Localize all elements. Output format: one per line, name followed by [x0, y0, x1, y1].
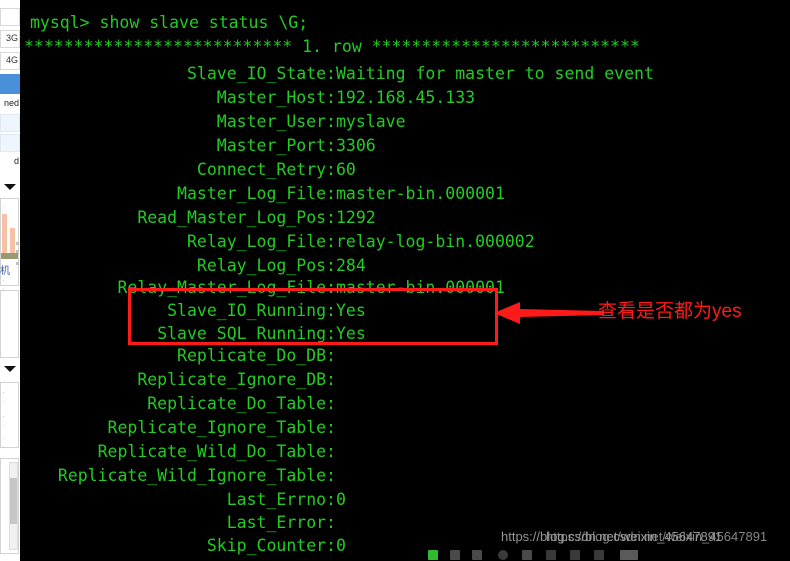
- terminal-field-row: Master_Port:3306: [20, 134, 790, 158]
- terminal-field-row: Replicate_Ignore_DB:: [20, 368, 790, 392]
- bg-mini-bar-1: [2, 214, 7, 258]
- field-label: Skip_Counter:: [206, 536, 336, 555]
- bg-tick-c: [16, 262, 19, 265]
- bg-dots-row-e: · ·: [2, 388, 8, 406]
- bg-dots-row-g: · ·: [2, 434, 8, 452]
- field-value: 60: [336, 160, 356, 179]
- bg-cell-4g: 4G: [0, 52, 20, 70]
- field-label: Replicate_Ignore_DB:: [137, 370, 336, 389]
- field-value: 3306: [336, 136, 376, 155]
- field-label: Last_Error:: [226, 513, 336, 532]
- field-label: Relay_Log_Pos:: [196, 256, 336, 275]
- terminal-field-row: Replicate_Wild_Ignore_Table:: [20, 464, 790, 488]
- terminal-field-row: Read_Master_Log_Pos:1292: [20, 206, 790, 230]
- terminal-field-row: Relay_Log_Pos:284: [20, 254, 790, 278]
- field-label: Master_Host:: [216, 88, 336, 107]
- field-value: 1292: [336, 208, 376, 227]
- field-label: Master_Port:: [216, 136, 336, 155]
- bg-cell-d: d: [13, 156, 19, 166]
- field-label: Relay_Log_File:: [186, 232, 336, 251]
- annotation-note-text: 查看是否都为yes: [598, 301, 742, 322]
- taskbar-icon-7[interactable]: [570, 550, 580, 560]
- terminal-field-row: Connect_Retry:60: [20, 158, 790, 182]
- terminal-field-row: Replicate_Do_DB:: [20, 344, 790, 368]
- terminal-field-row: Replicate_Do_Table:: [20, 392, 790, 416]
- terminal-prompt-line: mysql> show slave status \G;: [30, 13, 309, 32]
- taskbar-icon-1[interactable]: [428, 550, 438, 560]
- field-value: 0: [336, 536, 346, 555]
- field-label: Replicate_Do_Table:: [147, 394, 336, 413]
- field-label: Replicate_Wild_Do_Table:: [97, 442, 336, 461]
- terminal-field-row: Replicate_Wild_Do_Table:: [20, 440, 790, 464]
- field-value: 0: [336, 490, 346, 509]
- arrow-left-icon: [494, 300, 604, 326]
- bg-cell-empty: [0, 8, 20, 26]
- field-value: master-bin.000001: [336, 184, 505, 203]
- taskbar-icon-2[interactable]: [450, 550, 460, 560]
- field-label: Replicate_Do_DB:: [177, 346, 336, 365]
- field-label: Last_Errno:: [226, 490, 336, 509]
- terminal-window[interactable]: mysql> show slave status \G; ***********…: [20, 0, 790, 561]
- taskbar-icon-5[interactable]: [522, 550, 532, 560]
- bg-cell-ned: ned: [3, 98, 19, 108]
- terminal-field-row: Master_Host:192.168.45.133: [20, 86, 790, 110]
- field-value: relay-log-bin.000002: [336, 232, 535, 251]
- field-label: Connect_Retry:: [196, 160, 336, 179]
- terminal-field-row: Slave_IO_State:Waiting for master to sen…: [20, 62, 790, 86]
- caret-down-icon-2[interactable]: [4, 366, 16, 372]
- caret-down-icon[interactable]: [4, 184, 16, 190]
- terminal-row-header: *************************** 1. row *****…: [24, 37, 640, 56]
- bg-cell-tint-a: [0, 114, 20, 132]
- bg-mini-list-panel: [0, 290, 19, 358]
- terminal-field-row: Last_Errno:0: [20, 488, 790, 512]
- terminal-field-row: Master_User:myslave: [20, 110, 790, 134]
- field-label: Read_Master_Log_Pos:: [137, 208, 336, 227]
- field-label: Master_User:: [216, 112, 336, 131]
- taskbar-icon-6[interactable]: [546, 550, 556, 560]
- bg-tick-b: [16, 250, 19, 253]
- field-value: myslave: [336, 112, 406, 131]
- bg-cell-selected[interactable]: [0, 74, 20, 94]
- terminal-field-row: Master_Log_File:master-bin.000001: [20, 182, 790, 206]
- taskbar-icon-4[interactable]: [498, 550, 508, 560]
- field-label: Replicate_Ignore_Table:: [107, 418, 336, 437]
- field-value: 192.168.45.133: [336, 88, 476, 107]
- background-app-strip: 3G 4G ned d · · 机 · · · · · · · · · · · …: [0, 0, 20, 561]
- field-label: Replicate_Wild_Ignore_Table:: [57, 466, 336, 485]
- field-label: Master_Log_File:: [177, 184, 336, 203]
- bg-mini-baseline: [1, 253, 18, 259]
- taskbar-icon-8[interactable]: [594, 550, 604, 560]
- field-value: Waiting for master to send event: [336, 64, 654, 83]
- scrollbar-thumb[interactable]: [10, 478, 17, 524]
- terminal-field-row: Replicate_Ignore_Table:: [20, 416, 790, 440]
- field-label: Slave_IO_State:: [186, 64, 336, 83]
- bg-cell-tint-b: [0, 134, 20, 152]
- bg-tick-a: [16, 242, 19, 245]
- taskbar-icon-3[interactable]: [472, 550, 482, 560]
- highlight-box-slave-running: [128, 288, 498, 345]
- taskbar-icon-9[interactable]: [620, 550, 638, 560]
- screenshot-root: 3G 4G ned d · · 机 · · · · · · · · · · · …: [0, 0, 790, 561]
- watermark-secondary: https://blog.csdn.net/weixin_45647891: [546, 529, 768, 544]
- bg-dots-row-f: · ·: [2, 412, 8, 430]
- field-value: 284: [336, 256, 366, 275]
- bg-cell-3g: 3G: [0, 30, 20, 48]
- taskbar-sliver[interactable]: [420, 549, 790, 561]
- terminal-field-row: Relay_Log_File:relay-log-bin.000002: [20, 230, 790, 254]
